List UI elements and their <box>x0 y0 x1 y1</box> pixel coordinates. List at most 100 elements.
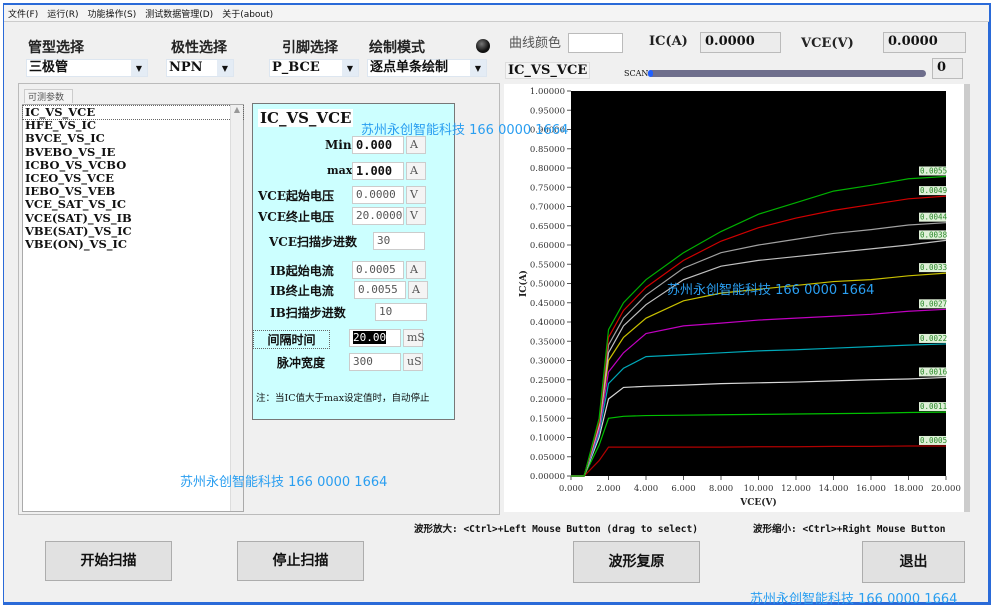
menu-run[interactable]: 运行(R) <box>47 7 78 20</box>
interval-value: 20.00 <box>353 331 387 344</box>
list-scrollbar[interactable]: ▲ <box>230 105 243 511</box>
min-input[interactable]: 0.000 <box>352 136 404 154</box>
menu-file[interactable]: 文件(F) <box>8 7 38 20</box>
x-tick-label: 12.000 <box>781 484 811 494</box>
params-list[interactable]: IC_VS_VCE HFE_VS_IC BVCE_VS_IC BVEBO_VS_IE I… <box>22 104 244 512</box>
polarity-label: 极性选择 <box>171 40 227 56</box>
watermark: 苏州永创智能科技 166 0000 1664 <box>750 592 958 607</box>
vce-steps-label: VCE扫描步进数 <box>269 235 358 249</box>
y-tick-label: 0.70000 <box>530 203 565 213</box>
menu-bar: 文件(F) 运行(R) 功能操作(S) 测试数据管理(D) 关于(about) <box>4 5 989 22</box>
interval-label: 间隔时间 <box>253 330 330 349</box>
y-tick-label: 0.15000 <box>530 414 565 424</box>
curve-color-swatch[interactable] <box>568 33 623 53</box>
pulse-label: 脉冲宽度 <box>277 356 326 370</box>
vce-start-unit: V <box>406 186 426 204</box>
polarity-select[interactable]: NPN ▼ <box>166 59 234 77</box>
draw-mode-select[interactable]: 逐点单条绘制 ▼ <box>367 59 487 77</box>
param-list-item[interactable]: VCE(SAT)_VS_IB <box>23 211 243 225</box>
menu-data[interactable]: 测试数据管理(D) <box>145 7 213 20</box>
param-list-item[interactable]: VBE(ON)_VS_IC <box>23 237 243 251</box>
vce-label: VCE(V) <box>801 36 854 51</box>
draw-mode-value: 逐点单条绘制 <box>370 60 449 75</box>
tube-type-value: 三极管 <box>29 60 69 75</box>
x-axis-label: VCE(V) <box>739 497 777 508</box>
y-tick-label: 0.65000 <box>530 222 565 232</box>
menu-about[interactable]: 关于(about) <box>222 7 273 20</box>
ib-start-input[interactable]: 0.0005 <box>352 261 404 279</box>
menu-functions[interactable]: 功能操作(S) <box>87 7 136 20</box>
vce-end-input[interactable]: 20.0000 <box>352 207 404 225</box>
y-axis-label: IC(A) <box>518 270 529 297</box>
chevron-up-icon[interactable]: ▲ <box>234 105 240 114</box>
param-list-item[interactable]: BVCE_VS_IC <box>23 132 243 145</box>
x-tick-label: 14.000 <box>819 484 849 494</box>
y-tick-label: 0.55000 <box>530 260 565 270</box>
y-tick-label: 0.50000 <box>530 280 565 290</box>
ib-start-unit: A <box>406 261 426 279</box>
scan-label: SCAN <box>624 69 649 78</box>
max-input[interactable]: 1.000 <box>352 162 404 180</box>
param-list-item[interactable]: BVEBO_VS_IE <box>23 145 243 159</box>
ib-end-unit: A <box>408 281 428 299</box>
vce-end-label: VCE终止电压 <box>258 210 335 224</box>
y-tick-label: 0.30000 <box>530 357 565 367</box>
min-label: Min <box>325 138 352 152</box>
restore-waveform-button[interactable]: 波形复原 <box>573 541 700 583</box>
scan-progress-fill <box>648 70 653 77</box>
tube-type-select[interactable]: 三极管 ▼ <box>26 59 148 77</box>
pulse-unit: uS <box>403 353 423 371</box>
y-tick-label: 0.25000 <box>530 376 565 386</box>
vce-end-unit: V <box>406 207 426 225</box>
chevron-down-icon: ▼ <box>342 60 358 76</box>
vce-readout: 0.0000 <box>883 32 966 53</box>
scan-count: 0 <box>932 58 963 79</box>
vce-steps-input[interactable]: 30 <box>373 232 425 250</box>
settings-panel: IC_VS_VCE Min 0.000 A max 1.000 A VCE起始电… <box>252 103 455 420</box>
ic-label: IC(A) <box>649 34 688 49</box>
params-tab[interactable]: 可测参数 <box>24 89 74 103</box>
interval-unit: mS <box>403 329 425 347</box>
watermark: 苏州永创智能科技 166 0000 1664 <box>361 123 569 138</box>
pins-select[interactable]: P_BCE ▼ <box>269 59 359 77</box>
start-scan-button[interactable]: 开始扫描 <box>45 541 172 581</box>
series-label: 0.0011 <box>920 402 947 411</box>
param-list-item[interactable]: ICBO_VS_VCBO <box>23 158 243 172</box>
x-tick-label: 10.000 <box>744 484 774 494</box>
exit-button[interactable]: 退出 <box>862 541 965 583</box>
chevron-down-icon: ▼ <box>217 60 233 76</box>
y-tick-label: 0.05000 <box>530 453 565 463</box>
vce-start-label: VCE起始电压 <box>258 189 335 203</box>
x-tick-label: 4.000 <box>634 484 658 494</box>
settings-title: IC_VS_VCE <box>258 109 354 127</box>
x-tick-label: 0.000 <box>559 484 583 494</box>
draw-mode-label: 绘制模式 <box>369 40 425 56</box>
y-tick-label: 0.45000 <box>530 299 565 309</box>
watermark: 苏州永创智能科技 166 0000 1664 <box>667 283 875 298</box>
y-tick-label: 0.10000 <box>530 434 565 444</box>
chart-area[interactable]: 0.00000 0.05000 0.10000 0.15000 0.20000 0.250… <box>504 84 970 512</box>
scan-progress-bar <box>648 70 926 77</box>
y-tick-label: 0.20000 <box>530 395 565 405</box>
x-tick-label: 6.000 <box>671 484 695 494</box>
curve-color-label: 曲线颜色 <box>509 36 562 51</box>
x-tick-label: 2.000 <box>596 484 620 494</box>
param-list-item[interactable]: VCE_SAT_VS_IC <box>23 198 243 211</box>
y-tick-label: 0.00000 <box>530 472 565 482</box>
status-led-icon <box>476 39 490 53</box>
vce-start-input[interactable]: 0.0000 <box>352 186 404 204</box>
series-label: 0.0027 <box>920 299 947 308</box>
series-label: 0.0038 <box>920 230 948 239</box>
y-tick-label: 0.80000 <box>530 164 565 174</box>
param-list-item[interactable]: VBE(SAT)_VS_IC <box>23 224 243 238</box>
ib-steps-input[interactable]: 10 <box>375 303 427 321</box>
max-unit: A <box>406 162 426 180</box>
ib-end-input[interactable]: 0.0055 <box>354 281 406 299</box>
pins-value: P_BCE <box>272 60 320 75</box>
stop-scan-button[interactable]: 停止扫描 <box>237 541 364 581</box>
pulse-input[interactable]: 300 <box>349 353 401 371</box>
zoom-in-hint: 波形放大: <Ctrl>+Left Mouse Button (drag to … <box>414 524 698 535</box>
x-tick-label: 18.000 <box>894 484 924 494</box>
ic-vce-chart[interactable]: 0.00000 0.05000 0.10000 0.15000 0.20000 0.250… <box>504 84 964 512</box>
interval-input[interactable]: 20.00 <box>349 329 401 347</box>
